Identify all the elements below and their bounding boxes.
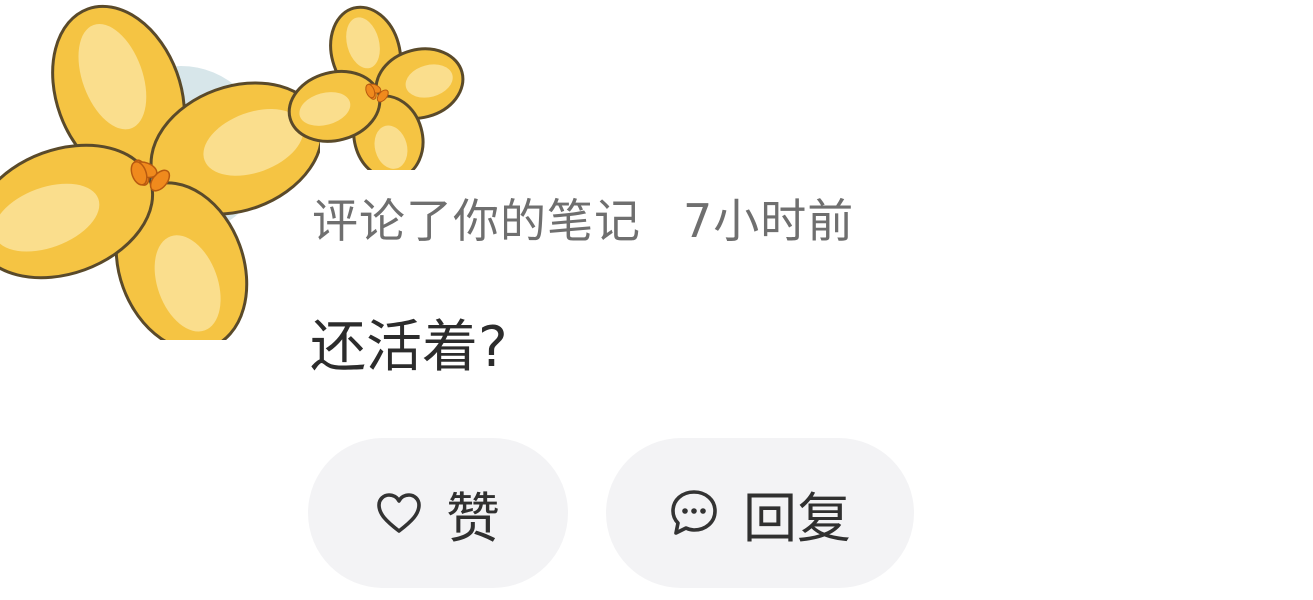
action-text: 评论了你的笔记 bbox=[312, 194, 641, 248]
yellow-flower-icon bbox=[0, 4, 320, 340]
avatar[interactable] bbox=[0, 0, 480, 340]
notification-meta: 评论了你的笔记 7小时前 bbox=[312, 188, 854, 248]
like-label: 赞 bbox=[446, 486, 500, 550]
like-button[interactable]: 赞 bbox=[308, 438, 568, 588]
reply-button[interactable]: 回复 bbox=[606, 438, 914, 588]
timestamp: 7小时前 bbox=[683, 194, 855, 248]
notification-card: 评论了你的笔记 7小时前 还活着? 赞 回复 bbox=[0, 0, 1313, 600]
comment-text[interactable]: 还活着? bbox=[310, 302, 508, 383]
heart-icon bbox=[377, 493, 421, 533]
yellow-flower-small-icon bbox=[287, 5, 465, 170]
reply-label: 回复 bbox=[743, 486, 851, 550]
chat-bubble-icon bbox=[671, 490, 717, 535]
